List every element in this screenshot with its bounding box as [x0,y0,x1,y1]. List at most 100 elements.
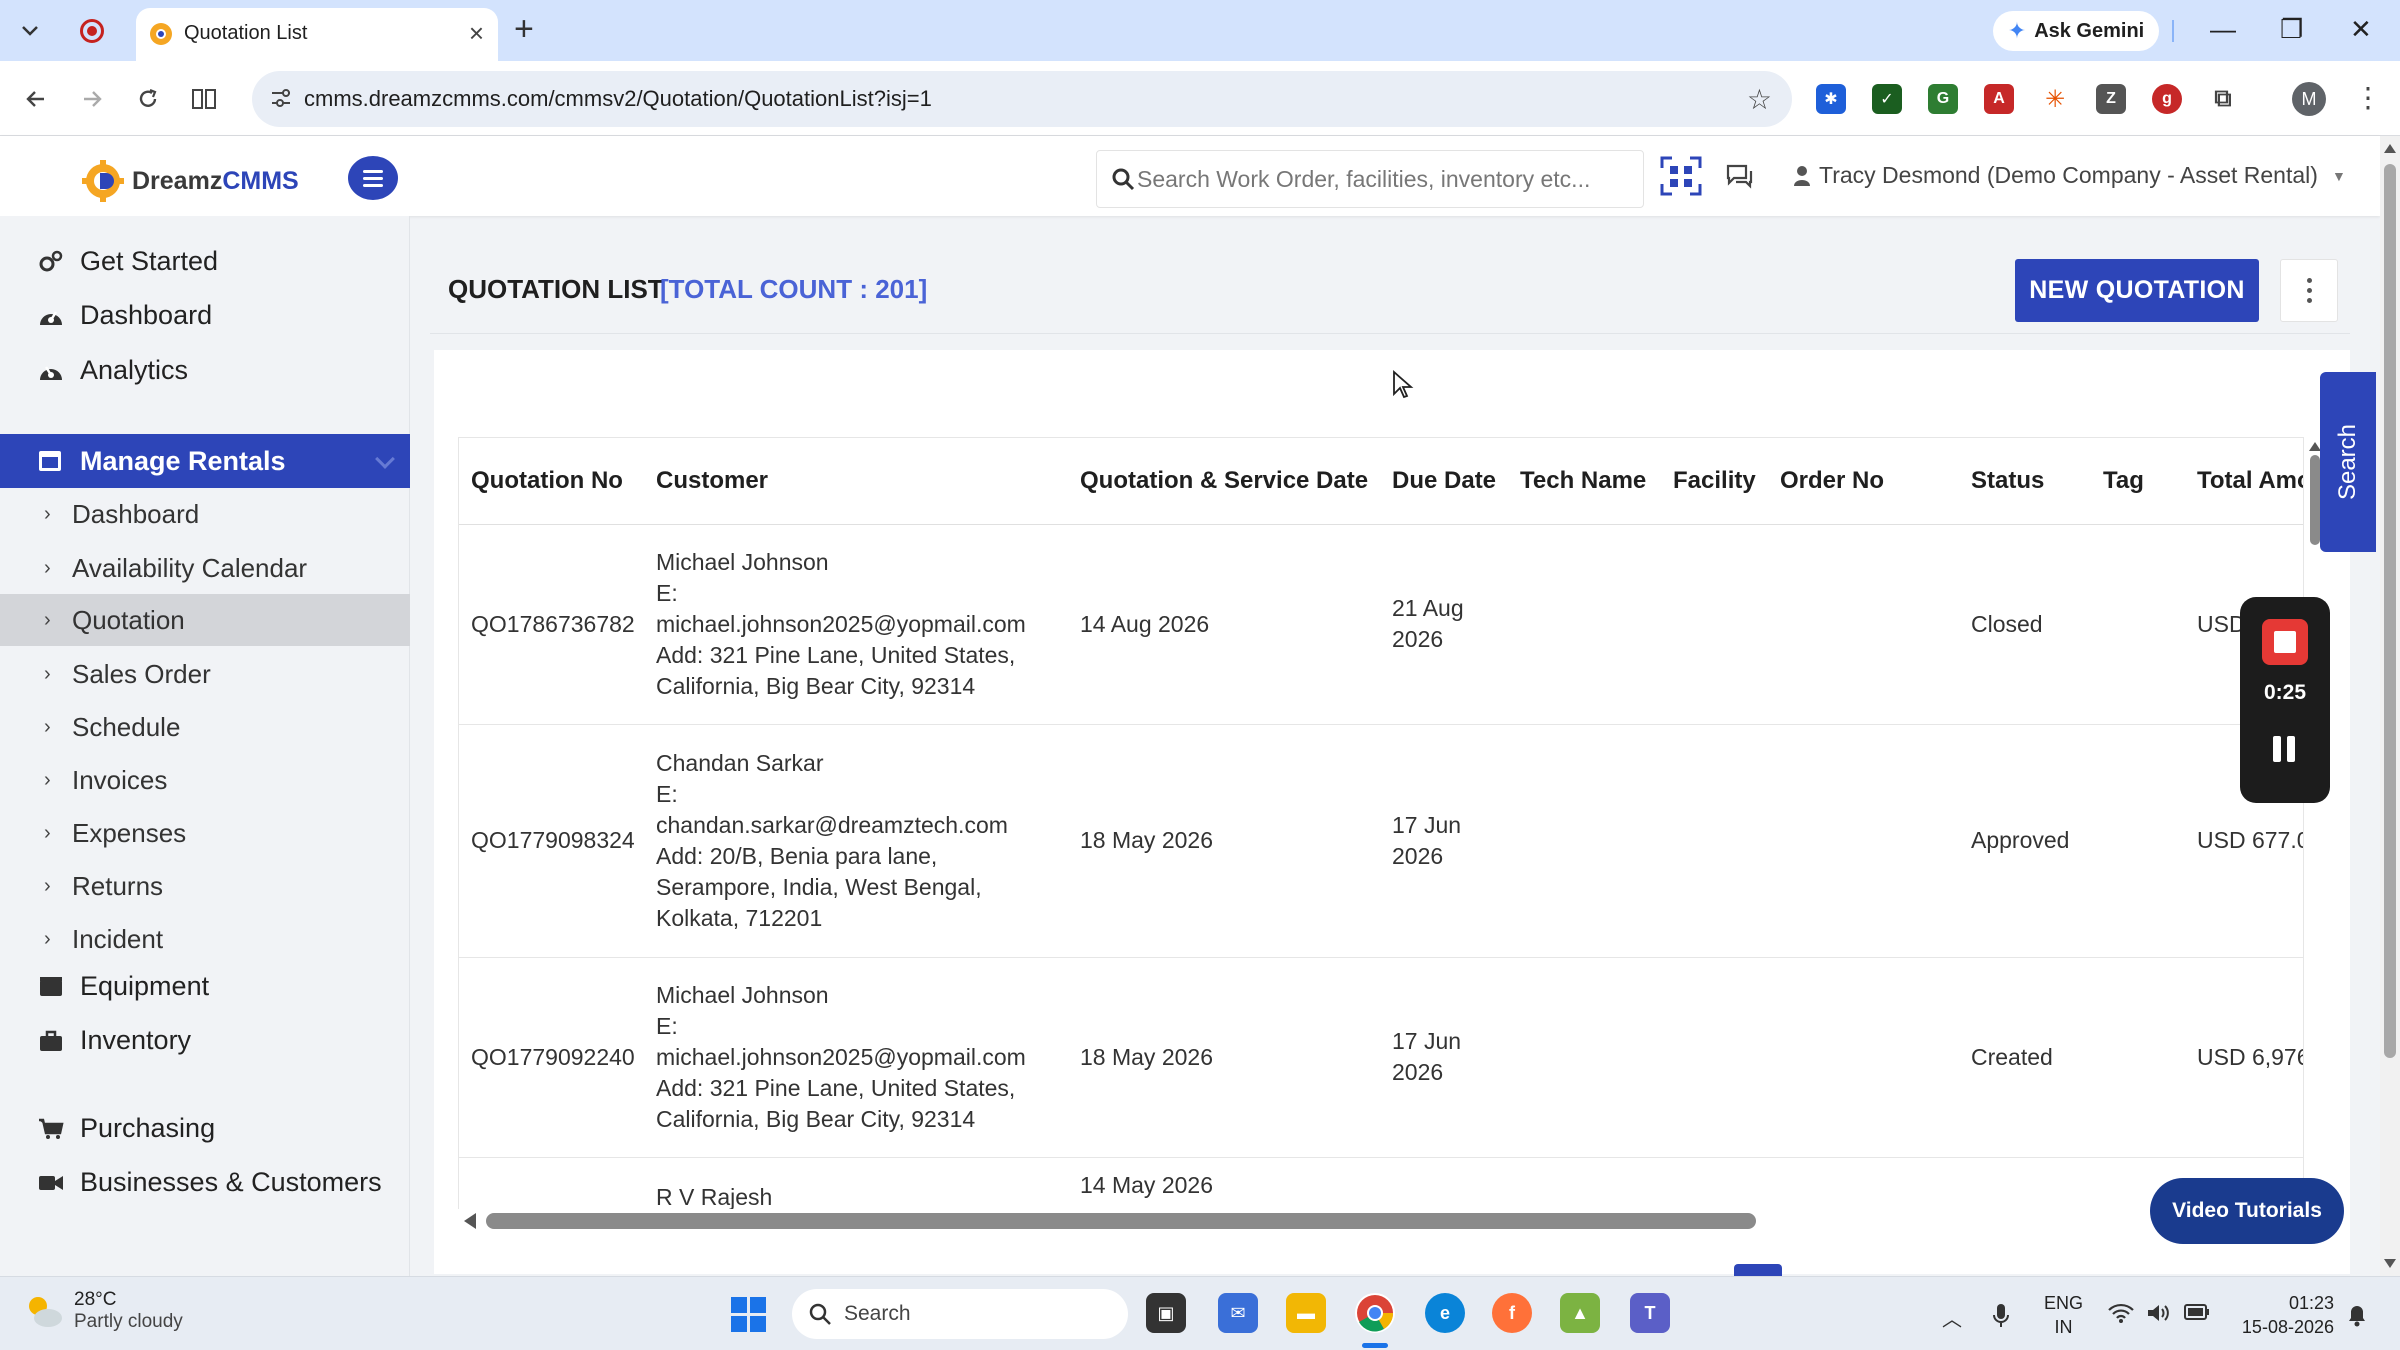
quotation-no-cell[interactable]: QO1786736782 [459,524,644,725]
quotation-no-cell[interactable]: QO1779092240 [459,957,644,1158]
scroll-thumb[interactable] [486,1213,1756,1229]
new-tab-button[interactable]: + [514,12,534,46]
sidebar-item-equipment[interactable]: Equipment [0,971,209,1002]
sidebar-subitem-invoices[interactable]: › Invoices [0,754,410,806]
scroll-down-icon[interactable] [2384,1259,2396,1268]
system-clock[interactable]: 01:23 15-08-2026 [2234,1291,2334,1339]
column-header-status[interactable]: Status [1959,438,2091,525]
scroll-thumb[interactable] [2310,455,2320,545]
taskbar-search[interactable]: Search [792,1289,1128,1339]
sidebar-item-get-started[interactable]: Get Started [0,246,218,277]
table-row[interactable]: QO1779098324 Chandan Sarkar E: chandan.s… [459,724,2303,958]
tab-search-menu-button[interactable] [12,14,48,48]
new-quotation-button[interactable]: NEW QUOTATION [2015,259,2259,322]
scroll-left-icon[interactable] [464,1213,476,1229]
sidebar-section-manage-rentals[interactable]: Manage Rentals [0,434,410,488]
sidebar-subitem-expenses[interactable]: › Expenses [0,807,410,859]
photos-app-icon[interactable]: ▲ [1560,1293,1600,1333]
address-bar[interactable]: cmms.dreamzcmms.com/cmmsv2/Quotation/Quo… [252,71,1792,127]
reload-button[interactable] [130,81,166,117]
tray-overflow-icon[interactable]: ︿ [1942,1303,1962,1332]
table-row[interactable]: QO1786736782 Michael Johnson E: michael.… [459,524,2303,725]
volume-icon[interactable] [2146,1303,2170,1323]
microphone-icon[interactable] [1992,1303,2010,1329]
battery-icon[interactable] [2184,1303,2210,1321]
column-header-date[interactable]: Quotation & Service Date [1068,438,1380,525]
stop-recording-button[interactable] [2262,619,2308,665]
pause-recording-button[interactable] [2273,736,2295,762]
profile-avatar[interactable]: M [2292,82,2326,116]
extension-zotero-icon[interactable]: Z [2096,84,2126,114]
sidebar-item-businesses-customers[interactable]: Businesses & Customers [0,1167,382,1198]
sidebar-subitem-returns[interactable]: › Returns [0,860,410,912]
tab-close-icon[interactable]: × [469,20,484,46]
table-horizontal-scrollbar[interactable] [458,1210,2304,1232]
language-indicator[interactable]: ENG IN [2044,1291,2083,1339]
task-view-icon[interactable]: ▣ [1146,1293,1186,1333]
extension-1-icon[interactable]: ✱ [1816,84,1846,114]
more-options-button[interactable] [2280,259,2338,322]
user-menu[interactable]: Tracy Desmond (Demo Company - Asset Rent… [1793,162,2346,189]
extension-grammar-icon[interactable]: g [2152,84,2182,114]
table-vertical-scrollbar[interactable] [2309,442,2321,558]
sidebar-subitem-availability-calendar[interactable]: › Availability Calendar [0,542,410,594]
global-search[interactable] [1096,150,1644,208]
column-header-quotation-no[interactable]: Quotation No [459,438,644,525]
column-header-tech-name[interactable]: Tech Name [1508,438,1661,525]
global-search-input[interactable] [1137,161,1627,197]
extension-grammarly-icon[interactable]: G [1928,84,1958,114]
forward-button[interactable] [74,81,110,117]
back-button[interactable] [18,81,54,117]
quotation-no-cell[interactable]: QO1779098324 [459,724,644,958]
page-vertical-scrollbar[interactable] [2380,136,2400,1276]
sidebar-subitem-incident[interactable]: › Incident [0,913,410,965]
column-header-due-date[interactable]: Due Date [1380,438,1508,525]
sidebar-subitem-sales-order[interactable]: › Sales Order [0,648,410,700]
url-text[interactable]: cmms.dreamzcmms.com/cmmsv2/Quotation/Quo… [304,86,932,112]
scan-qr-icon[interactable] [1660,156,1702,196]
notifications-bell-icon[interactable] [2346,1303,2368,1327]
extensions-puzzle-icon[interactable]: ⧉ [2208,84,2238,114]
column-header-customer[interactable]: Customer [644,438,1068,525]
sidebar-item-purchasing[interactable]: Purchasing [0,1113,215,1144]
browser-menu-icon[interactable]: ⋮ [2354,81,2382,114]
sidebar-item-inventory[interactable]: Inventory [0,1025,191,1056]
column-header-tag[interactable]: Tag [2091,438,2185,525]
firefox-icon[interactable]: f [1492,1293,1532,1333]
chat-icon[interactable] [1724,162,1754,190]
edge-icon[interactable]: e [1425,1293,1465,1333]
sidebar-item-analytics[interactable]: Analytics [0,355,188,386]
file-explorer-icon[interactable]: ▬ [1286,1293,1326,1333]
start-button[interactable] [731,1297,766,1332]
sidebar-subitem-dashboard[interactable]: › Dashboard [0,488,410,540]
ask-gemini-button[interactable]: ✦ Ask Gemini [1993,11,2159,51]
wifi-icon[interactable] [2108,1303,2134,1323]
sidebar-item-dashboard[interactable]: Dashboard [0,300,212,331]
column-header-order-no[interactable]: Order No [1768,438,1959,525]
bookmark-star-icon[interactable]: ☆ [1747,83,1772,116]
table-row[interactable]: QO1779092240 Michael Johnson E: michael.… [459,957,2303,1158]
sidebar-toggle-button[interactable] [348,156,398,200]
column-header-total-amount[interactable]: Total Amo [2185,438,2303,525]
scroll-thumb[interactable] [2384,164,2396,1058]
column-header-facility[interactable]: Facility [1661,438,1768,525]
sidebar-subitem-schedule[interactable]: › Schedule [0,701,410,753]
extension-claude-icon[interactable]: ✳ [2040,84,2070,114]
extension-2-icon[interactable]: ✓ [1872,84,1902,114]
pagination-button[interactable] [1734,1264,1782,1276]
weather-widget[interactable]: 28°C Partly cloudy [24,1289,183,1333]
dreamz-logo[interactable]: DreamzCMMS [80,158,299,204]
scroll-up-icon[interactable] [2384,144,2396,153]
site-settings-icon[interactable] [270,87,292,109]
mail-app-icon[interactable]: ✉ [1218,1293,1258,1333]
table-row[interactable]: R V Rajesh 14 May 2026 [459,1157,2303,1209]
browser-tab-active[interactable]: Quotation List × [136,8,498,61]
minimize-button[interactable]: — [2210,14,2236,44]
reading-mode-button[interactable] [186,81,222,117]
chrome-icon[interactable] [1355,1293,1395,1333]
close-window-button[interactable]: ✕ [2350,14,2372,44]
restore-button[interactable]: ❐ [2280,14,2303,44]
search-panel-tab[interactable]: Search [2320,372,2376,552]
quotation-no-cell[interactable] [459,1157,644,1209]
sidebar-subitem-quotation[interactable]: › Quotation [0,594,410,646]
